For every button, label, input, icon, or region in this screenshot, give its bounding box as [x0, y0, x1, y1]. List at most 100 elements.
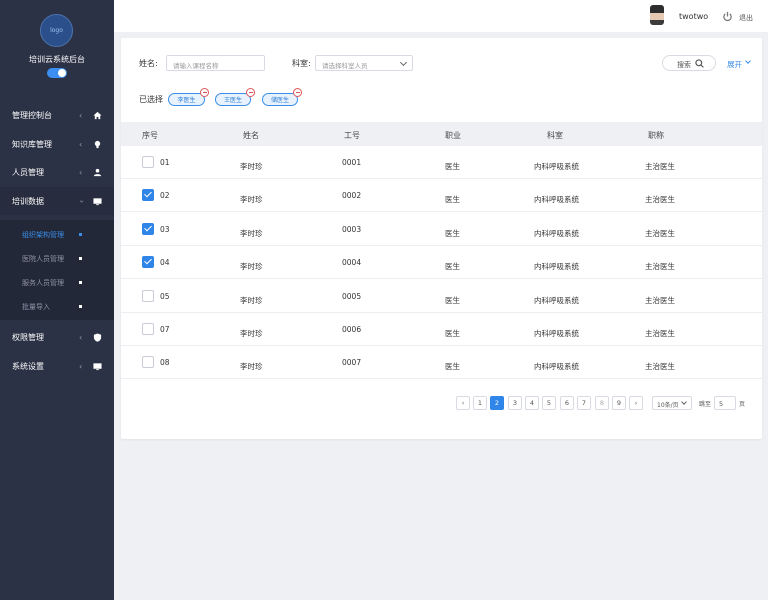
remove-icon[interactable] — [200, 88, 209, 97]
row-checkbox[interactable] — [142, 189, 154, 201]
page-button[interactable]: 3 — [508, 396, 522, 410]
sidebar-item-knowledge[interactable]: 知识库管理 ‹ — [0, 130, 114, 158]
power-icon[interactable] — [722, 11, 733, 22]
table-row[interactable]: 08 李时珍 0007 医生 内科呼吸系统 主治医生 — [121, 346, 762, 379]
sidebar-toggle[interactable] — [47, 68, 67, 78]
dept-select-placeholder: 请选择科室人员 — [322, 62, 368, 70]
row-checkbox[interactable] — [142, 256, 154, 268]
column-header: 工号 — [344, 131, 360, 140]
row-checkbox[interactable] — [142, 156, 154, 168]
shield-icon — [90, 330, 104, 344]
cell-name: 李时珍 — [240, 329, 263, 338]
next-page-button[interactable]: › — [629, 396, 643, 410]
cell-job: 医生 — [445, 329, 460, 338]
dept-select[interactable]: 请选择科室人员 — [315, 55, 413, 71]
sidebar-item-console[interactable]: 管理控制台 ‹ — [0, 101, 114, 129]
sidebar-item-label: 人员管理 — [12, 167, 44, 177]
cell-job: 医生 — [445, 229, 460, 238]
tag-label: 储医生 — [270, 97, 289, 104]
dept-filter-label: 科室: — [292, 59, 311, 68]
username[interactable]: twotwo — [679, 12, 708, 21]
chevron-down-icon — [681, 399, 687, 405]
chevron-left-icon: ‹ — [79, 110, 83, 120]
remove-icon[interactable] — [293, 88, 302, 97]
sub-item-org[interactable]: 组织架构管理 — [0, 222, 114, 246]
table-row[interactable]: 03 李时珍 0003 医生 内科呼吸系统 主治医生 — [121, 213, 762, 246]
row-checkbox[interactable] — [142, 323, 154, 335]
cell-no: 08 — [160, 358, 170, 367]
tag-label: 王医生 — [223, 97, 242, 104]
page-button-current[interactable]: 2 — [490, 396, 504, 410]
name-filter-label: 姓名: — [139, 59, 158, 68]
sub-item-label: 批量导入 — [22, 303, 50, 311]
search-button[interactable]: 搜索 — [662, 55, 716, 71]
cell-name: 李时珍 — [240, 262, 263, 271]
sidebar-item-label: 权限管理 — [12, 332, 44, 342]
chevron-down-icon[interactable] — [745, 58, 751, 64]
cell-id: 0006 — [342, 325, 362, 334]
selected-tag[interactable]: 王医生 — [215, 88, 255, 106]
dot-icon — [79, 233, 82, 236]
sub-item-label: 服务人员管理 — [22, 279, 64, 287]
page-button[interactable]: 9 — [612, 396, 626, 410]
prev-page-button[interactable]: ‹ — [456, 396, 470, 410]
expand-link[interactable]: 展开 — [727, 59, 742, 70]
dot-icon — [79, 257, 82, 260]
page-button[interactable]: 6 — [560, 396, 574, 410]
logout-link[interactable]: 退出 — [739, 13, 753, 23]
table-row[interactable]: 04 李时珍 0004 医生 内科呼吸系统 主治医生 — [121, 246, 762, 279]
cell-name: 李时珍 — [240, 362, 263, 371]
row-checkbox[interactable] — [142, 290, 154, 302]
selected-label: 已选择 — [139, 95, 163, 104]
row-checkbox[interactable] — [142, 223, 154, 235]
avatar[interactable] — [650, 5, 664, 25]
sub-item-hospital-staff[interactable]: 医院人员管理 — [0, 246, 114, 270]
cell-title: 主治医生 — [645, 362, 675, 371]
top-header: twotwo 退出 — [114, 0, 768, 32]
page-button[interactable]: 8 — [595, 396, 609, 410]
cell-name: 李时珍 — [240, 296, 263, 305]
goto-page-input[interactable]: 5 — [714, 396, 736, 410]
selected-tag[interactable]: 李医生 — [168, 88, 209, 106]
sidebar-item-permissions[interactable]: 权限管理 ‹ — [0, 323, 114, 351]
dot-icon — [79, 305, 82, 308]
sidebar-item-personnel[interactable]: 人员管理 ‹ — [0, 158, 114, 186]
table-row[interactable]: 02 李时珍 0002 医生 内科呼吸系统 主治医生 — [121, 179, 762, 212]
sidebar-item-training-data[interactable]: 培训数据 ‹ — [0, 187, 114, 215]
cell-dept: 内科呼吸系统 — [534, 329, 579, 338]
cell-dept: 内科呼吸系统 — [534, 162, 579, 171]
sub-item-service-staff[interactable]: 服务人员管理 — [0, 270, 114, 294]
column-header: 序号 — [142, 131, 158, 140]
sidebar-item-settings[interactable]: 系统设置 ‹ — [0, 352, 114, 380]
sidebar: logo 培训云系统后台 管理控制台 ‹ 知识库管理 ‹ 人员管理 ‹ 培训数据… — [0, 0, 114, 600]
page-button[interactable]: 7 — [577, 396, 591, 410]
home-icon — [90, 108, 104, 122]
cell-dept: 内科呼吸系统 — [534, 362, 579, 371]
cell-dept: 内科呼吸系统 — [534, 195, 579, 204]
search-button-label: 搜索 — [677, 61, 691, 69]
sub-menu: 组织架构管理 医院人员管理 服务人员管理 批量导入 — [0, 220, 114, 320]
table-row[interactable]: 05 李时珍 0005 医生 内科呼吸系统 主治医生 — [121, 280, 762, 313]
column-header: 职业 — [445, 131, 461, 140]
name-input[interactable]: 请输入课程名称 — [166, 55, 265, 71]
cell-name: 李时珍 — [240, 195, 263, 204]
page-button[interactable]: 4 — [525, 396, 539, 410]
row-checkbox[interactable] — [142, 356, 154, 368]
cell-title: 主治医生 — [645, 329, 675, 338]
logo: logo — [40, 14, 73, 47]
remove-icon[interactable] — [246, 88, 255, 97]
table-row[interactable]: 01 李时珍 0001 医生 内科呼吸系统 主治医生 — [121, 146, 762, 179]
page-button[interactable]: 1 — [473, 396, 487, 410]
cell-no: 07 — [160, 325, 170, 334]
cell-no: 05 — [160, 292, 170, 301]
table-row[interactable]: 07 李时珍 0006 医生 内科呼吸系统 主治医生 — [121, 313, 762, 346]
page-button[interactable]: 5 — [542, 396, 556, 410]
users-icon — [90, 165, 104, 179]
page-size-select[interactable]: 10条/页 — [652, 396, 692, 410]
sub-item-batch-import[interactable]: 批量导入 — [0, 294, 114, 318]
column-header: 姓名 — [243, 131, 259, 140]
goto-label: 跳至 — [699, 401, 712, 408]
chevron-left-icon: ‹ — [79, 139, 83, 149]
cell-job: 医生 — [445, 262, 460, 271]
selected-tag[interactable]: 储医生 — [262, 88, 302, 106]
